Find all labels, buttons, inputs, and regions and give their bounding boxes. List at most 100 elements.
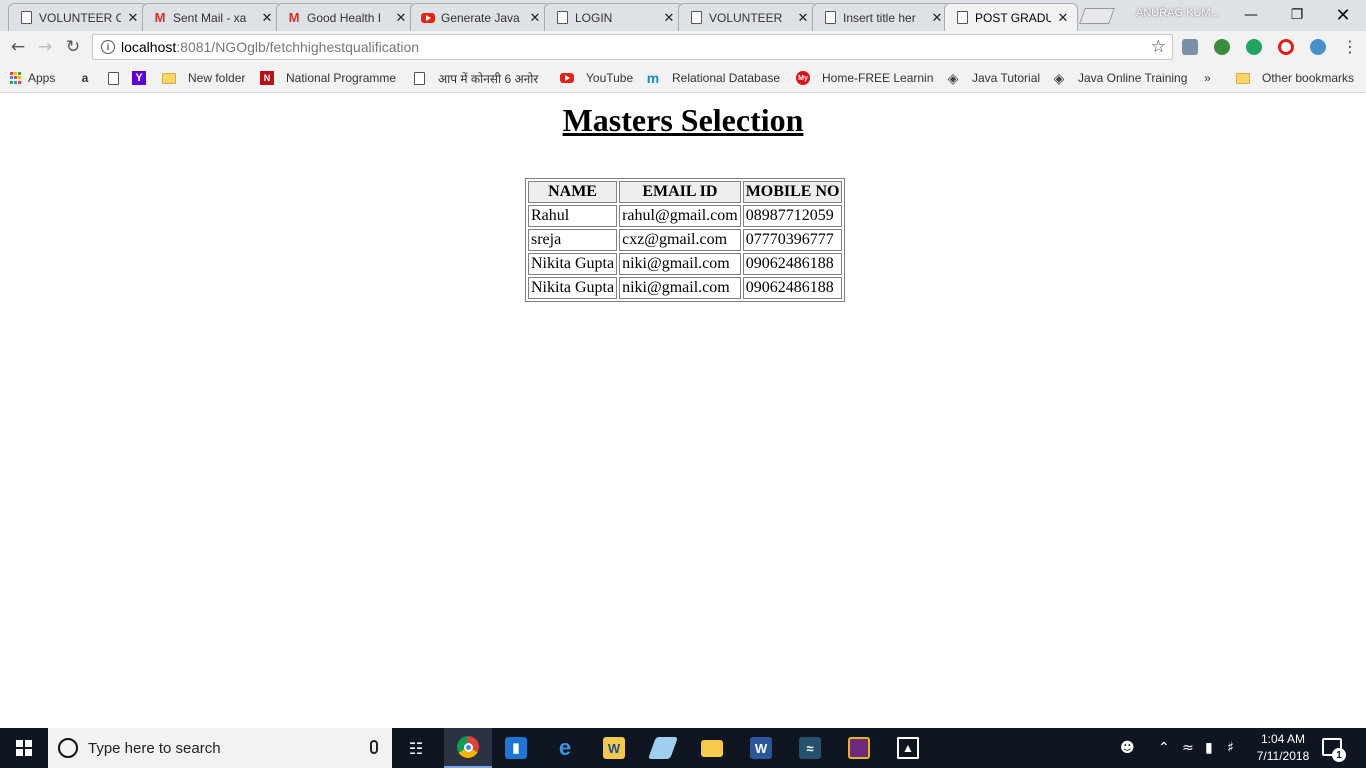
task-view-button[interactable]: ☷: [392, 728, 440, 768]
tab-login[interactable]: LOGIN ✕: [544, 3, 684, 31]
chevron-up-icon[interactable]: ⌃: [1158, 728, 1170, 768]
taskbar: Type here to search ☷ ▮ e W W ≈ ▲ ☻ ⌃ ≈ …: [0, 728, 1366, 768]
tab-volunteer-c[interactable]: VOLUNTEER C ✕: [8, 3, 148, 31]
tab-title: POST GRADU: [975, 10, 1051, 25]
restore-icon[interactable]: ❐: [1274, 0, 1320, 30]
microphone-icon[interactable]: [370, 740, 378, 754]
menu-icon[interactable]: ⋮: [1342, 37, 1358, 56]
bookmark-other-bookmarks[interactable]: Other bookmarks: [1236, 69, 1354, 87]
profile-name[interactable]: ANURAG KUM...: [1136, 7, 1220, 19]
forward-icon[interactable]: →: [35, 37, 55, 57]
wifi-icon[interactable]: ≈: [1182, 728, 1194, 768]
tab-title: VOLUNTEER C: [39, 10, 121, 25]
gmail-icon: M: [154, 10, 166, 25]
task-view-icon: ☷: [408, 738, 424, 758]
address-bar[interactable]: i localhost:8081/NGOglb/fetchhighestqual…: [92, 34, 1173, 60]
page-icon: [689, 11, 703, 25]
opera-icon[interactable]: [1278, 39, 1294, 55]
clock-date: 7/11/2018: [1256, 749, 1310, 763]
edge-icon: e: [558, 735, 572, 760]
table-row: sreja cxz@gmail.com 07770396777: [528, 229, 843, 251]
tab-title: LOGIN: [575, 10, 613, 25]
bookmark-java-tutorial[interactable]: ◈ Java Tutorial: [946, 69, 1040, 87]
close-icon[interactable]: ✕: [395, 10, 407, 26]
grammarly-icon[interactable]: [1246, 39, 1262, 55]
battery-icon[interactable]: ▮: [1205, 728, 1213, 768]
close-icon[interactable]: ✕: [1057, 10, 1069, 26]
bookmark-apps[interactable]: Apps: [10, 69, 55, 87]
yahoo-icon: Y: [132, 71, 146, 85]
bookmark-label: YouTube: [586, 71, 634, 85]
tab-good-health[interactable]: M Good Health I ✕: [276, 3, 416, 31]
cell-mobile: 07770396777: [742, 229, 843, 251]
page-icon: [412, 71, 426, 85]
volume-icon[interactable]: ♯: [1227, 728, 1234, 768]
tab-generate-java[interactable]: Generate Java ✕: [410, 3, 550, 31]
cell-mobile: 08987712059: [742, 205, 843, 227]
word-icon: W: [750, 737, 772, 759]
cell-mobile: 09062486188: [742, 253, 843, 275]
taskbar-edge[interactable]: e: [541, 728, 589, 768]
close-icon[interactable]: ✕: [261, 10, 273, 26]
tab-title: Good Health I: [307, 10, 382, 25]
tab-title: Generate Java: [441, 10, 520, 25]
taskbar-game[interactable]: [835, 728, 883, 768]
photos-icon: ▲: [897, 737, 919, 759]
tab-insert-title[interactable]: Insert title her ✕: [812, 3, 952, 31]
taskbar-search-box[interactable]: Type here to search: [48, 728, 392, 768]
tab-title: VOLUNTEER: [709, 10, 783, 25]
close-icon[interactable]: ✕: [127, 10, 139, 26]
back-icon[interactable]: ←: [8, 37, 28, 57]
app-icon: ▮: [505, 737, 527, 759]
cell-name: sreja: [528, 229, 618, 251]
bookmark-home-free-learning[interactable]: My Home-FREE Learning: [796, 69, 934, 87]
bookmark-label: Home-FREE Learning: [822, 71, 934, 85]
bookmark-yahoo[interactable]: Y: [132, 69, 146, 87]
bookmark-amazon[interactable]: a: [78, 69, 92, 87]
taskbar-app-pen[interactable]: [639, 728, 687, 768]
bookmark-new-folder[interactable]: New folder: [162, 69, 245, 87]
minimize-icon[interactable]: —: [1228, 0, 1274, 30]
bookmark-page[interactable]: [106, 69, 120, 87]
taskbar-word[interactable]: W: [737, 728, 785, 768]
bookmark-hindi-article[interactable]: आप में कोनसी 6 अनोर: [412, 69, 550, 87]
results-table: NAME EMAIL ID MOBILE NO Rahul rahul@gmai…: [525, 178, 846, 302]
extension-globe-icon[interactable]: [1214, 39, 1230, 55]
taskbar-mysql-workbench[interactable]: ≈: [786, 728, 834, 768]
windows-logo-icon: [16, 740, 32, 756]
taskbar-file-explorer[interactable]: [688, 728, 736, 768]
cell-name: Nikita Gupta: [528, 253, 618, 275]
clock[interactable]: 1:04 AM 7/11/2018: [1248, 731, 1318, 765]
info-icon[interactable]: i: [101, 40, 115, 54]
cell-email: niki@gmail.com: [619, 253, 741, 275]
close-icon[interactable]: ✕: [663, 10, 675, 26]
close-icon[interactable]: ✕: [529, 10, 541, 26]
reload-icon[interactable]: ↻: [63, 37, 83, 57]
cell-email: niki@gmail.com: [619, 277, 741, 299]
bookmark-youtube[interactable]: YouTube: [560, 69, 633, 87]
star-icon[interactable]: ☆: [1151, 37, 1166, 57]
bookmark-java-online-training[interactable]: ◈ Java Online Training: [1052, 69, 1188, 87]
taskbar-app-blue[interactable]: ▮: [492, 728, 540, 768]
people-icon[interactable]: ☻: [1120, 728, 1135, 768]
bookmark-relational-database[interactable]: m Relational Database: [646, 69, 780, 87]
chrome-icon: [457, 736, 479, 758]
tab-title: Sent Mail - xa: [173, 10, 247, 25]
bookmarks-overflow-button[interactable]: »: [1204, 69, 1211, 87]
tab-volunteer[interactable]: VOLUNTEER ✕: [678, 3, 818, 31]
bookmark-label: Other bookmarks: [1262, 71, 1355, 85]
close-window-icon[interactable]: ✕: [1320, 0, 1366, 30]
taskbar-wordpad[interactable]: W: [590, 728, 638, 768]
extension-world-icon[interactable]: [1310, 39, 1326, 55]
tab-sent-mail[interactable]: M Sent Mail - xa ✕: [142, 3, 282, 31]
tab-post-graduate[interactable]: POST GRADU ✕: [944, 3, 1078, 31]
new-tab-button[interactable]: [1079, 8, 1115, 24]
close-icon[interactable]: ✕: [931, 10, 943, 26]
taskbar-chrome[interactable]: [444, 728, 492, 768]
taskbar-photos[interactable]: ▲: [884, 728, 932, 768]
start-button[interactable]: [0, 728, 48, 768]
cell-name: Rahul: [528, 205, 618, 227]
close-icon[interactable]: ✕: [797, 10, 809, 26]
extension-icon[interactable]: [1182, 39, 1198, 55]
bookmark-national-programme[interactable]: N National Programme: [260, 69, 398, 87]
